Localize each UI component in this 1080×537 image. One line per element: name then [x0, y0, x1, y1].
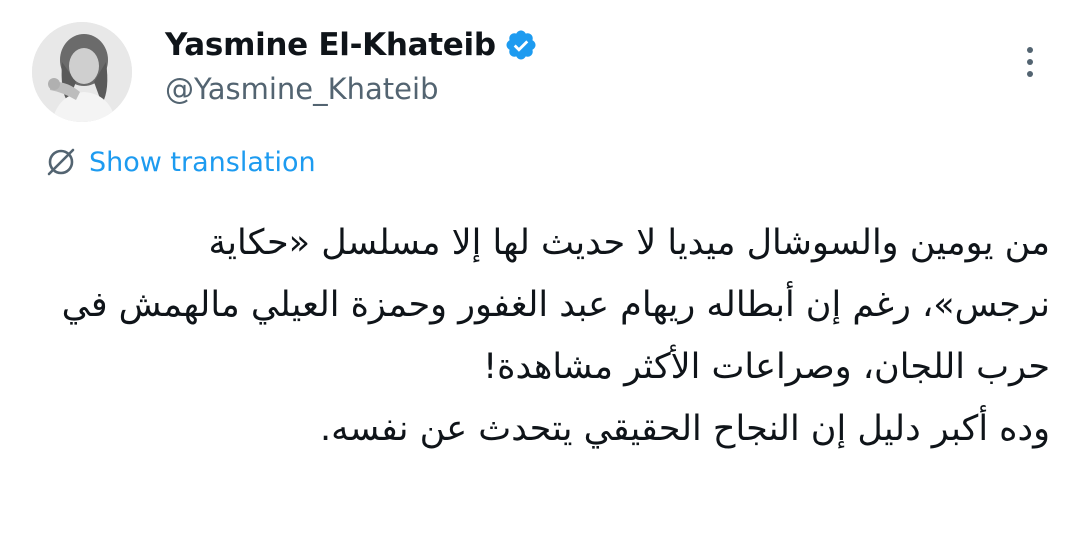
tweet-line: من يومين والسوشال ميديا لا حديث لها إلا …: [208, 223, 1050, 263]
avatar[interactable]: [32, 22, 132, 122]
show-translation-button[interactable]: Show translation: [43, 140, 316, 184]
profile-photo: [32, 22, 132, 122]
verified-badge-icon[interactable]: [504, 28, 538, 62]
tweet-text: من يومين والسوشال ميديا لا حديث لها إلا …: [40, 212, 1050, 460]
tweet-header: Yasmine El-Khateib @Yasmine_Khateib: [32, 18, 1048, 122]
tweet-line: حرب اللجان، وصراعات الأكثر مشاهدة!: [483, 347, 1050, 387]
display-name-row: Yasmine El-Khateib: [165, 24, 538, 66]
display-name[interactable]: Yasmine El-Khateib: [165, 27, 496, 63]
tweet-line: نرجس»، رغم إن أبطاله ريهام عبد الغفور وح…: [61, 285, 1050, 325]
author-names: Yasmine El-Khateib @Yasmine_Khateib: [165, 24, 538, 106]
author-handle[interactable]: @Yasmine_Khateib: [165, 72, 538, 106]
tweet-line: وده أكبر دليل إن النجاح الحقيقي يتحدث عن…: [319, 409, 1050, 449]
more-vertical-icon[interactable]: [1018, 42, 1042, 82]
translate-globe-icon: [43, 144, 79, 180]
show-translation-label[interactable]: Show translation: [89, 147, 316, 178]
